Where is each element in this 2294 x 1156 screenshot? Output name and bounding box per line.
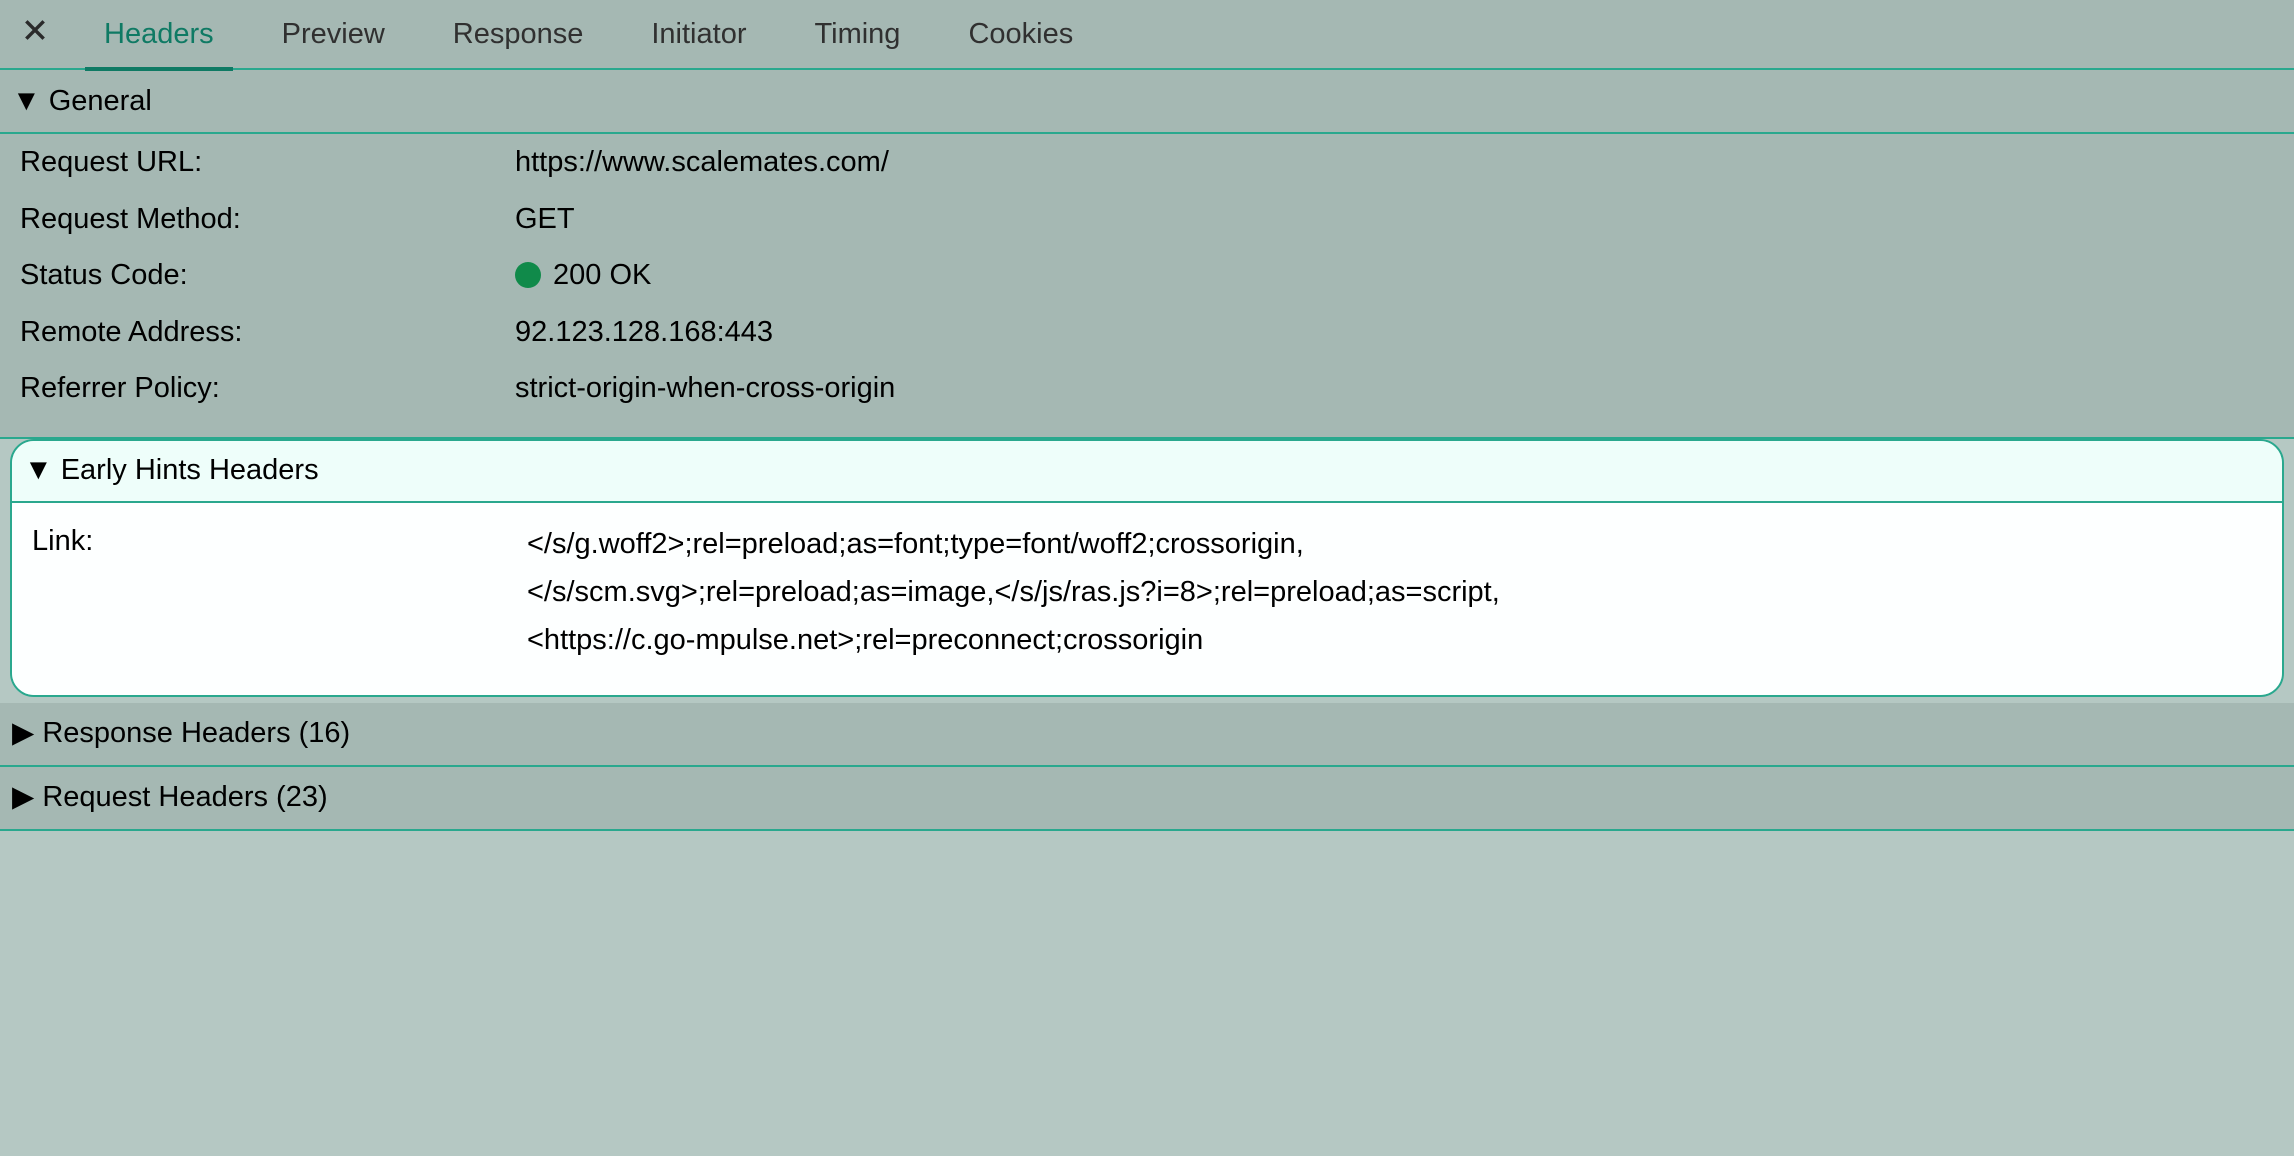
tab-headers[interactable]: Headers	[70, 0, 248, 69]
tab-label: Timing	[814, 18, 900, 51]
row-key: Status Code:	[20, 255, 515, 296]
row-referrer-policy: Referrer Policy: strict-origin-when-cros…	[0, 360, 2294, 417]
tab-label: Cookies	[968, 18, 1073, 51]
section-title: Early Hints Headers	[61, 454, 319, 487]
row-key: Referrer Policy:	[20, 368, 515, 409]
section-title: Response Headers (16)	[42, 717, 350, 750]
row-key: Request URL:	[20, 142, 515, 183]
row-request-method: Request Method: GET	[0, 191, 2294, 248]
row-value: https://www.scalemates.com/	[515, 142, 2294, 183]
section-general: ▼ General Request URL: https://www.scale…	[0, 70, 2294, 439]
section-early-hints: ▼ Early Hints Headers Link: </s/g.woff2>…	[10, 439, 2284, 697]
tab-label: Headers	[104, 18, 214, 51]
row-key: Request Method:	[20, 199, 515, 240]
row-value: 200 OK	[515, 255, 2294, 296]
tab-label: Preview	[282, 18, 385, 51]
close-icon	[22, 17, 48, 51]
tab-label: Response	[453, 18, 584, 51]
tab-response[interactable]: Response	[419, 0, 618, 69]
tab-cookies[interactable]: Cookies	[934, 0, 1107, 69]
row-key: Link:	[32, 521, 527, 665]
tab-label: Initiator	[651, 18, 746, 51]
disclosure-down-icon: ▼	[24, 456, 53, 485]
row-value: GET	[515, 199, 2294, 240]
section-request-headers: ▶ Request Headers (23)	[0, 767, 2294, 831]
tabs-bar: Headers Preview Response Initiator Timin…	[0, 0, 2294, 70]
section-header-early-hints[interactable]: ▼ Early Hints Headers	[12, 441, 2282, 503]
row-value: 92.123.128.168:443	[515, 312, 2294, 353]
section-header-response-headers[interactable]: ▶ Response Headers (16)	[0, 703, 2294, 765]
disclosure-right-icon: ▶	[12, 783, 34, 812]
status-dot-icon	[515, 262, 541, 288]
disclosure-right-icon: ▶	[12, 719, 34, 748]
close-panel-button[interactable]	[0, 0, 70, 69]
row-request-url: Request URL: https://www.scalemates.com/	[0, 134, 2294, 191]
early-hints-rows: Link: </s/g.woff2>;rel=preload;as=font;t…	[12, 503, 2282, 695]
row-value: </s/g.woff2>;rel=preload;as=font;type=fo…	[527, 521, 2282, 665]
row-remote-address: Remote Address: 92.123.128.168:443	[0, 304, 2294, 361]
section-title: Request Headers (23)	[42, 781, 327, 814]
row-key: Remote Address:	[20, 312, 515, 353]
tab-timing[interactable]: Timing	[780, 0, 934, 69]
disclosure-down-icon: ▼	[12, 87, 41, 116]
general-rows: Request URL: https://www.scalemates.com/…	[0, 132, 2294, 437]
section-response-headers: ▶ Response Headers (16)	[0, 703, 2294, 767]
section-header-request-headers[interactable]: ▶ Request Headers (23)	[0, 767, 2294, 829]
row-value: strict-origin-when-cross-origin	[515, 368, 2294, 409]
section-header-general[interactable]: ▼ General	[0, 70, 2294, 132]
row-status-code: Status Code: 200 OK	[0, 247, 2294, 304]
tab-initiator[interactable]: Initiator	[617, 0, 780, 69]
row-link-header: Link: </s/g.woff2>;rel=preload;as=font;t…	[12, 513, 2282, 673]
status-text: 200 OK	[553, 255, 651, 296]
section-title: General	[49, 85, 152, 118]
tab-preview[interactable]: Preview	[248, 0, 419, 69]
